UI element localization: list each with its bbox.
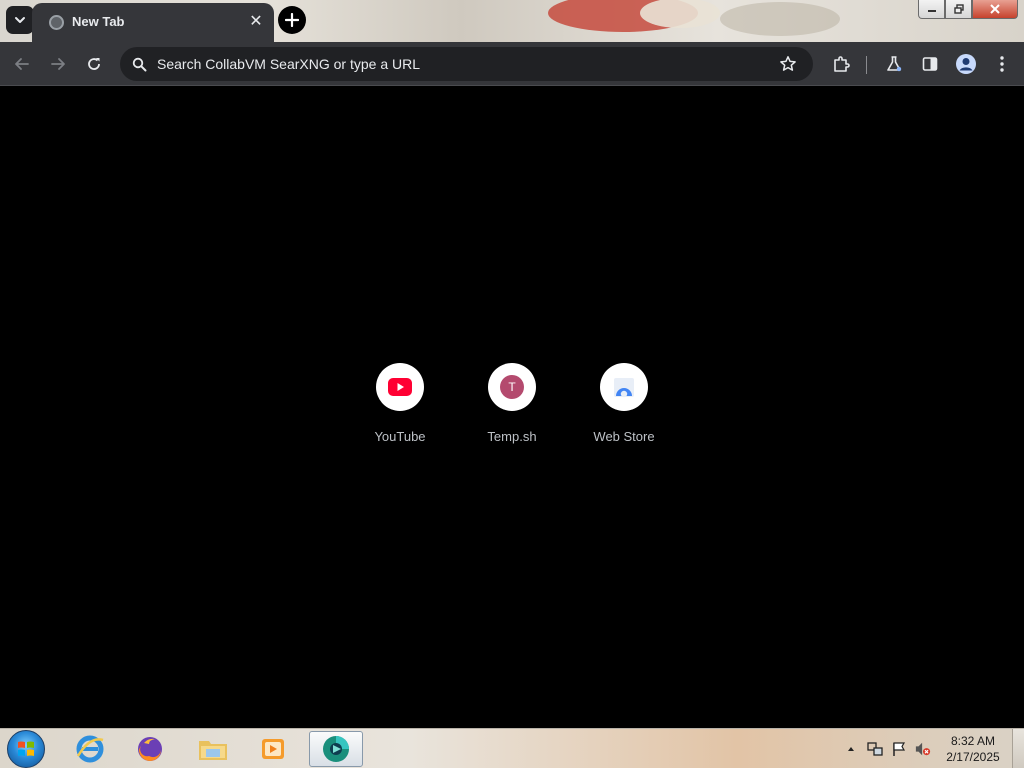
network-icon <box>867 742 883 756</box>
side-panel-button[interactable] <box>918 52 942 76</box>
profile-button[interactable] <box>954 52 978 76</box>
web-store-icon <box>614 378 634 398</box>
star-icon <box>780 56 796 71</box>
volume-muted-icon <box>915 742 931 756</box>
flag-icon <box>893 742 906 756</box>
chevron-up-icon <box>848 747 854 751</box>
tab-new-tab[interactable]: New Tab ✕ <box>32 3 274 42</box>
shortcut-icon-container <box>376 363 424 411</box>
clock-time: 8:32 AM <box>950 734 996 748</box>
clock-date: 2/17/2025 <box>946 750 1000 764</box>
browser-toolbar: Search CollabVM SearXNG or type a URL <box>0 42 1024 86</box>
shortcut-label: YouTube <box>374 429 426 444</box>
puzzle-icon <box>834 56 850 72</box>
internet-explorer-icon <box>76 735 104 763</box>
letter-avatar-icon: T <box>500 375 524 399</box>
extensions-button[interactable] <box>829 52 853 76</box>
toolbar-divider <box>866 56 867 74</box>
taskbar-internet-explorer[interactable] <box>63 731 117 767</box>
close-window-button[interactable] <box>972 0 1018 19</box>
arrow-right-icon <box>51 58 65 70</box>
media-player-icon <box>262 739 284 759</box>
flask-icon <box>887 56 902 72</box>
globe-icon <box>49 15 64 30</box>
network-tray-button[interactable] <box>867 741 883 757</box>
back-button[interactable] <box>10 52 34 76</box>
close-icon: ✕ <box>249 13 263 30</box>
shortcut-icon-container: T <box>488 363 536 411</box>
bookmark-star-button[interactable] <box>777 53 799 75</box>
taskbar-firefox[interactable] <box>123 731 177 767</box>
omnibox[interactable]: Search CollabVM SearXNG or type a URL <box>120 47 813 81</box>
browser-icon <box>323 736 349 762</box>
tab-search-button[interactable] <box>6 6 34 34</box>
tab-title: New Tab <box>72 14 125 29</box>
minimize-button[interactable] <box>918 0 945 19</box>
firefox-icon <box>138 737 162 761</box>
shortcut-label: Web Store <box>593 429 655 444</box>
taskbar-file-explorer[interactable] <box>186 731 240 767</box>
volume-tray-button[interactable] <box>915 741 931 757</box>
close-icon <box>990 4 1000 14</box>
shortcut-icon-container <box>600 363 648 411</box>
minimize-icon <box>927 10 936 12</box>
shortcut-youtube[interactable]: YouTube <box>344 363 456 447</box>
show-hidden-icons-button[interactable] <box>843 741 859 757</box>
clock[interactable]: 8:32 AM 2/17/2025 <box>938 733 1008 765</box>
shortcut-web-store[interactable]: Web Store <box>568 363 680 447</box>
shortcut-label: Temp.sh <box>487 429 537 444</box>
plus-icon <box>285 13 299 27</box>
show-desktop-button[interactable] <box>1012 729 1024 768</box>
taskbar-browser[interactable] <box>309 731 363 767</box>
arrow-left-icon <box>15 58 29 70</box>
chevron-down-icon <box>15 17 25 23</box>
search-icon <box>128 53 150 75</box>
tab-close-button[interactable]: ✕ <box>246 11 266 31</box>
labs-button[interactable] <box>882 52 906 76</box>
reload-icon <box>88 58 100 70</box>
start-button[interactable] <box>7 730 45 768</box>
reload-button[interactable] <box>82 52 106 76</box>
window-controls <box>918 0 1018 19</box>
more-vert-icon <box>1000 56 1004 72</box>
file-explorer-icon <box>199 741 227 760</box>
new-tab-page: YouTube T Temp.sh Web Store <box>0 87 1024 728</box>
avatar-icon <box>956 54 976 74</box>
side-panel-icon <box>922 57 938 71</box>
taskbar: 8:32 AM 2/17/2025 <box>0 728 1024 768</box>
taskbar-media-player[interactable] <box>246 731 300 767</box>
windows-logo-icon <box>18 741 34 756</box>
restore-icon <box>953 4 964 14</box>
menu-button[interactable] <box>990 52 1014 76</box>
letter-avatar-letter: T <box>508 380 516 394</box>
restore-button[interactable] <box>945 0 972 19</box>
youtube-icon <box>388 378 412 396</box>
forward-button[interactable] <box>46 52 70 76</box>
new-tab-button[interactable] <box>278 6 306 34</box>
action-center-tray-button[interactable] <box>891 741 907 757</box>
shortcut-temp-sh[interactable]: T Temp.sh <box>456 363 568 447</box>
omnibox-placeholder: Search CollabVM SearXNG or type a URL <box>157 56 420 72</box>
